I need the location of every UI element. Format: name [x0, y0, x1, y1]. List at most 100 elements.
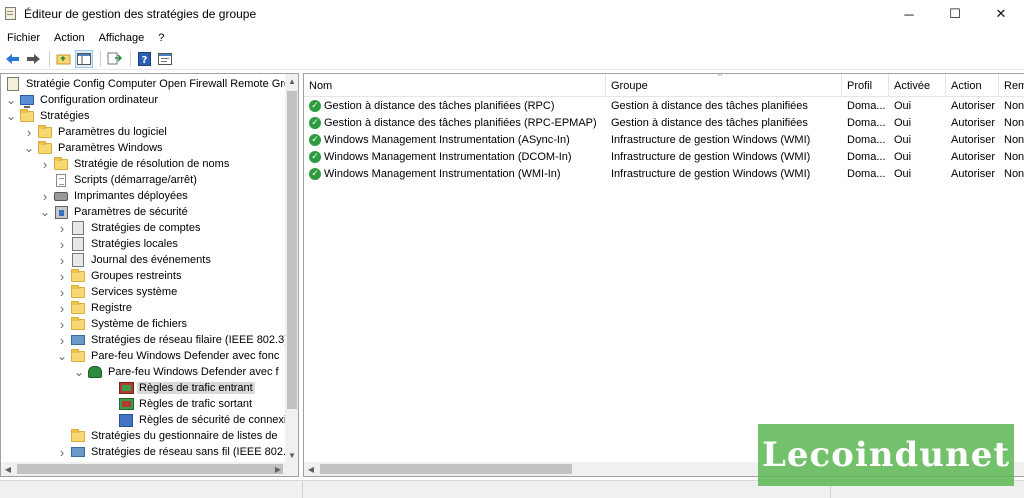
- cell-rule-action: Autoriser: [946, 148, 999, 165]
- cell-rule-profile: Doma...: [842, 97, 889, 114]
- cell-rule-enabled: Oui: [889, 97, 946, 114]
- expand-chevron-icon[interactable]: ›: [39, 156, 51, 172]
- tree-horizontal-scroll-thumb[interactable]: [17, 464, 283, 474]
- column-header-action[interactable]: Action: [946, 74, 999, 97]
- expand-chevron-icon[interactable]: ›: [56, 444, 68, 460]
- rule-enabled-text: Oui: [894, 133, 912, 146]
- scroll-left-icon[interactable]: ◀: [1, 462, 15, 476]
- scroll-right-icon[interactable]: ▶: [271, 462, 285, 476]
- expand-chevron-icon[interactable]: ›: [56, 300, 68, 316]
- tree-item[interactable]: › Stratégies de réseau sans fil (IEEE 802…: [56, 444, 285, 460]
- help-button[interactable]: ?: [135, 50, 153, 68]
- minimize-button[interactable]: ─: [886, 0, 932, 28]
- tree-item[interactable]: ⌄ Paramètres Windows: [23, 140, 165, 156]
- tree-item[interactable]: › Imprimantes déployées: [39, 188, 190, 204]
- watermark-text: Lecoindunet: [761, 435, 1011, 475]
- tree-item[interactable]: ⌄ Pare-feu Windows Defender avec f: [73, 364, 281, 380]
- menu-action[interactable]: Action: [47, 32, 92, 44]
- tree-item[interactable]: › Stratégies de comptes: [56, 220, 202, 236]
- collapse-chevron-icon[interactable]: ⌄: [39, 204, 51, 220]
- tree-item-label: Règles de sécurité de connexio: [139, 414, 285, 426]
- expand-chevron-icon[interactable]: ›: [56, 252, 68, 268]
- tree-item[interactable]: Règles de sécurité de connexio: [104, 412, 285, 428]
- close-button[interactable]: ✕: [978, 0, 1024, 28]
- cell-rule-name: ✓ Windows Management Instrumentation (ASy…: [304, 131, 606, 148]
- tree-item[interactable]: ⌄ Configuration ordinateur: [5, 92, 160, 108]
- properties-button[interactable]: [156, 50, 174, 68]
- tree-item[interactable]: Scripts (démarrage/arrêt): [39, 172, 199, 188]
- tree-item[interactable]: › Stratégies de réseau filaire (IEEE 802.…: [56, 332, 285, 348]
- tree-item[interactable]: › Registre: [56, 300, 134, 316]
- tree-item[interactable]: Stratégie Config Computer Open Firewall …: [5, 76, 285, 92]
- forward-button[interactable]: [24, 50, 42, 68]
- collapse-chevron-icon[interactable]: ⌄: [23, 140, 35, 156]
- column-header-nom[interactable]: Nom: [304, 74, 606, 97]
- cell-rule-group: Infrastructure de gestion Windows (WMI): [606, 131, 842, 148]
- collapse-chevron-icon[interactable]: ⌄: [73, 364, 85, 380]
- tree-item[interactable]: › Services système: [56, 284, 179, 300]
- folder-icon: [70, 300, 86, 316]
- collapse-chevron-icon[interactable]: ⌄: [56, 348, 68, 364]
- maximize-button[interactable]: ☐: [932, 0, 978, 28]
- tree-vertical-scrollbar[interactable]: ▲ ▼: [285, 74, 298, 462]
- expand-chevron-icon[interactable]: ›: [56, 236, 68, 252]
- firewall-icon: [87, 364, 103, 380]
- tree-item[interactable]: Règles de trafic entrant: [104, 380, 255, 396]
- table-row[interactable]: ✓ Windows Management Instrumentation (ASy…: [304, 131, 1024, 148]
- expand-chevron-icon[interactable]: ›: [39, 188, 51, 204]
- folder-icon: [37, 124, 53, 140]
- cell-rule-action: Autoriser: [946, 97, 999, 114]
- column-header-remote[interactable]: Rem: [999, 74, 1024, 97]
- tree-item[interactable]: › Paramètres du logiciel: [23, 124, 169, 140]
- export-list-icon: [107, 52, 122, 65]
- tree-item[interactable]: › Système de fichiers: [56, 316, 189, 332]
- expand-chevron-icon[interactable]: ›: [56, 316, 68, 332]
- scroll-left-icon[interactable]: ◀: [304, 462, 318, 476]
- list-horizontal-scroll-thumb[interactable]: [320, 464, 572, 474]
- menu-affichage[interactable]: Affichage: [92, 32, 152, 44]
- column-header-profil[interactable]: Profil: [842, 74, 889, 97]
- expand-chevron-icon[interactable]: ›: [56, 268, 68, 284]
- tree-vertical-scroll-thumb[interactable]: [287, 91, 297, 409]
- expand-chevron-icon[interactable]: ›: [56, 284, 68, 300]
- column-header-activee[interactable]: Activée: [889, 74, 946, 97]
- table-row[interactable]: ✓ Gestion à distance des tâches planifiée…: [304, 114, 1024, 131]
- toolbar-separator: [100, 50, 101, 67]
- rule-enabled-text: Oui: [894, 167, 912, 180]
- up-folder-button[interactable]: [54, 50, 72, 68]
- collapse-chevron-icon[interactable]: ⌄: [5, 92, 17, 108]
- tree-item[interactable]: ⌄ Paramètres de sécurité: [39, 204, 190, 220]
- tree-item[interactable]: › Stratégies locales: [56, 236, 180, 252]
- scroll-up-icon[interactable]: ▲: [285, 74, 298, 88]
- tree-item[interactable]: ⌄ Stratégies: [5, 108, 92, 124]
- expand-chevron-icon[interactable]: ›: [23, 124, 35, 140]
- expand-chevron-icon[interactable]: ›: [56, 332, 68, 348]
- tree-item-label: Système de fichiers: [91, 318, 187, 330]
- rule-enabled-text: Oui: [894, 150, 912, 163]
- tree-item[interactable]: › Stratégie de résolution de noms: [39, 156, 231, 172]
- table-row[interactable]: ✓ Windows Management Instrumentation (DCO…: [304, 148, 1024, 165]
- rule-name-text: Windows Management Instrumentation (DCOM…: [324, 150, 572, 163]
- menu-fichier[interactable]: Fichier: [0, 32, 47, 44]
- tree-item-label: Règles de trafic entrant: [137, 382, 255, 394]
- tree-item[interactable]: Règles de trafic sortant: [104, 396, 254, 412]
- rule-group-text: Infrastructure de gestion Windows (WMI): [611, 133, 811, 146]
- expand-chevron-icon[interactable]: ›: [56, 220, 68, 236]
- tree-item[interactable]: › Groupes restreints: [56, 268, 183, 284]
- back-button[interactable]: [3, 50, 21, 68]
- tree-pane-icon: [77, 52, 91, 65]
- table-row[interactable]: ✓ Windows Management Instrumentation (WMI…: [304, 165, 1024, 182]
- column-header-groupe[interactable]: Groupe: [606, 74, 842, 97]
- rule-action-text: Autoriser: [951, 133, 996, 146]
- scroll-down-icon[interactable]: ▼: [285, 448, 298, 462]
- export-list-button[interactable]: [105, 50, 123, 68]
- show-hide-tree-button[interactable]: [75, 49, 93, 68]
- collapse-chevron-icon[interactable]: ⌄: [5, 108, 17, 124]
- tree-item[interactable]: ⌄ Pare-feu Windows Defender avec fonc: [56, 348, 281, 364]
- tree-item-label: Stratégies de comptes: [91, 222, 201, 234]
- table-row[interactable]: ✓ Gestion à distance des tâches planifiée…: [304, 97, 1024, 114]
- tree-item[interactable]: Stratégies du gestionnaire de listes de: [56, 428, 280, 444]
- tree-item[interactable]: › Journal des événements: [56, 252, 213, 268]
- menu-help[interactable]: ?: [151, 32, 171, 44]
- tree-horizontal-scrollbar[interactable]: ◀ ▶: [1, 462, 298, 476]
